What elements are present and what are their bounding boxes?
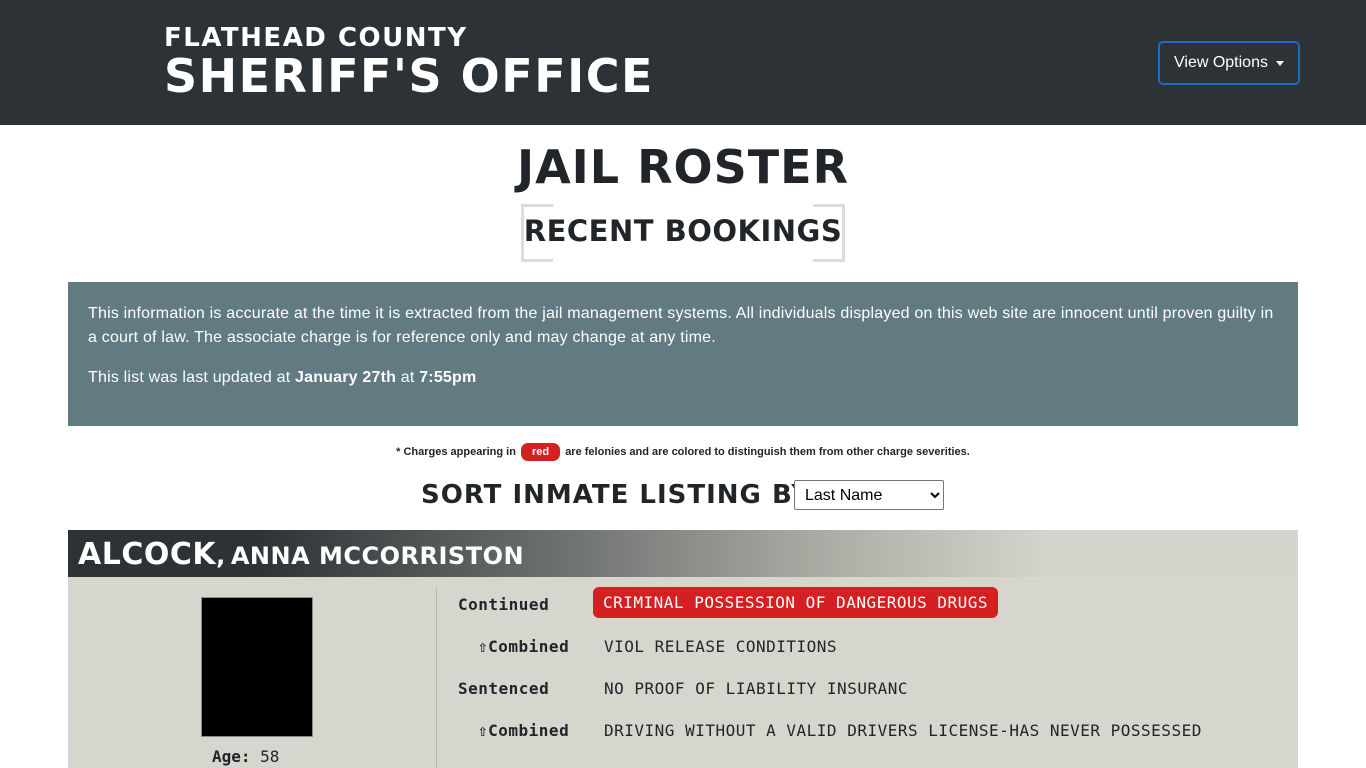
last-updated-date: January 27th — [295, 369, 397, 386]
age-label: Age: — [212, 747, 251, 766]
inmate-age: Age: 58 — [212, 747, 279, 766]
inmate-last-name: ALCOCK — [78, 537, 217, 572]
inmate-card: Age: 58 Continued CRIMINAL POSSESSION OF… — [68, 577, 1298, 768]
charge-type: Sentenced — [458, 679, 550, 698]
sort-select[interactable]: Last Name — [794, 480, 944, 510]
site-logo[interactable]: FLATHEAD COUNTY SHERIFF'S OFFICE — [164, 24, 654, 100]
charge-row: ⇧Combined VIOL RELEASE CONDITIONS — [458, 627, 1288, 669]
charge-type: Continued — [458, 595, 550, 614]
subtitle-box: RECENT BOOKINGS — [521, 204, 845, 262]
charge-description: DRIVING WITHOUT A VALID DRIVERS LICENSE-… — [604, 721, 1202, 740]
charge-row: Continued CRIMINAL POSSESSION OF DANGERO… — [458, 585, 1288, 627]
charge-row: ⇧Combined DRIVING WITHOUT A VALID DRIVER… — [458, 711, 1288, 753]
charge-type: ⇧Combined — [478, 637, 570, 656]
charges-list: Continued CRIMINAL POSSESSION OF DANGERO… — [458, 585, 1288, 753]
last-updated-time: 7:55pm — [419, 369, 477, 386]
last-updated-prefix: This list was last updated at — [88, 369, 291, 386]
brand-line-office: SHERIFF'S OFFICE — [164, 49, 654, 103]
divider — [436, 587, 437, 768]
charge-description-felony: CRIMINAL POSSESSION OF DANGEROUS DRUGS — [593, 587, 999, 618]
inmate-first-name: ANNA MCCORRISTON — [230, 542, 525, 570]
inmate-photo[interactable] — [201, 597, 313, 737]
charge-description: NO PROOF OF LIABILITY INSURANC — [604, 679, 908, 698]
view-options-button[interactable]: View Options — [1158, 41, 1300, 85]
charge-row: Sentenced NO PROOF OF LIABILITY INSURANC — [458, 669, 1288, 711]
charge-description: VIOL RELEASE CONDITIONS — [604, 637, 838, 656]
disclaimer-notice: This information is accurate at the time… — [68, 282, 1298, 426]
site-header: FLATHEAD COUNTY SHERIFF'S OFFICE View Op… — [0, 0, 1366, 125]
page-title: JAIL ROSTER — [516, 140, 850, 194]
caret-down-icon — [1275, 61, 1284, 66]
page-subtitle: RECENT BOOKINGS — [523, 214, 843, 248]
inmate-header: ALCOCK, ANNA MCCORRISTON — [68, 530, 1298, 577]
disclaimer-text: This information is accurate at the time… — [88, 305, 1274, 346]
sort-label: SORT INMATE LISTING BY: — [421, 480, 821, 510]
legend-suffix: are felonies and are colored to distingu… — [565, 446, 970, 458]
felony-red-badge: red — [521, 443, 561, 461]
sort-row: SORT INMATE LISTING BY: Last Name — [0, 478, 1366, 512]
brand-line-county: FLATHEAD COUNTY — [164, 23, 468, 53]
legend-prefix: * Charges appearing in — [396, 446, 516, 458]
view-options-label: View Options — [1174, 54, 1268, 71]
name-separator: , — [216, 542, 226, 570]
age-value: 58 — [260, 747, 280, 766]
last-updated-at: at — [400, 369, 415, 386]
felony-legend: * Charges appearing in red are felonies … — [0, 443, 1366, 461]
charge-type: ⇧Combined — [478, 721, 570, 740]
last-updated: This list was last updated at January 27… — [88, 366, 1278, 390]
inmate-name: ALCOCK, ANNA MCCORRISTON — [78, 537, 524, 572]
